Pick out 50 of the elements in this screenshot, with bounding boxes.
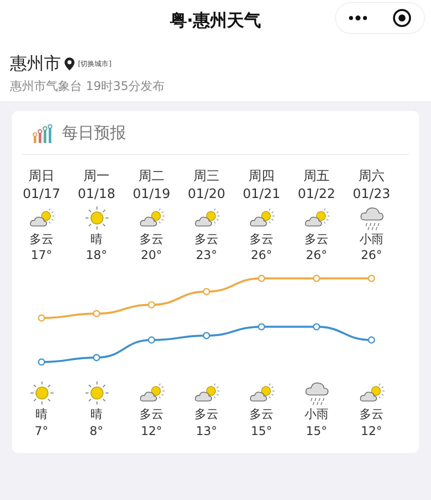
high-temperature: 26° — [360, 248, 382, 264]
high-temperature: 20° — [140, 248, 162, 264]
low-temperature: 15° — [306, 424, 328, 440]
weather-label: 多云 — [194, 232, 218, 248]
location-pin-icon — [64, 56, 75, 70]
weather-label: 多云 — [304, 232, 328, 248]
weather-label: 小雨 — [304, 406, 328, 423]
weather-label: 多云 — [360, 406, 384, 423]
weekday-label: 周三 — [194, 169, 220, 186]
low-temperature: 8° — [90, 424, 104, 440]
low-temperature: 13° — [196, 424, 218, 440]
high-temperature: 26° — [250, 248, 272, 264]
weekday-label: 周五 — [304, 169, 330, 186]
page-title: 粤·惠州天气 — [170, 10, 262, 32]
date-label: 01/22 — [298, 186, 336, 204]
weather-label: 小雨 — [360, 232, 384, 248]
more-icon[interactable] — [348, 15, 368, 21]
weekday-label: 周日 — [28, 169, 54, 186]
high-temperature: 18° — [86, 248, 108, 264]
low-temperature: 15° — [250, 424, 272, 440]
date-label: 01/17 — [22, 186, 60, 204]
low-temperature: 12° — [140, 424, 162, 440]
weather-label: 晴 — [90, 406, 102, 423]
weather-label: 晴 — [90, 232, 102, 248]
low-temperature: 12° — [360, 424, 382, 440]
weather-label: 多云 — [194, 406, 218, 423]
weather-label: 多云 — [140, 406, 164, 423]
weekday-label: 周一 — [84, 169, 110, 186]
weather-label: 多云 — [140, 232, 164, 248]
weather-label: 多云 — [250, 406, 274, 423]
weather-label: 多云 — [30, 232, 54, 248]
card-heading: 每日预报 — [62, 123, 126, 144]
date-label: 01/18 — [78, 186, 116, 204]
high-temperature: 17° — [30, 248, 52, 264]
high-temperature: 23° — [196, 248, 218, 264]
bar-chart-icon — [32, 124, 54, 144]
weekday-label: 周四 — [248, 169, 274, 186]
date-label: 01/19 — [132, 186, 170, 204]
weather-label: 多云 — [250, 232, 274, 248]
issue-info: 惠州市气象台 19时35分发布 — [10, 78, 166, 95]
high-temperature: 26° — [306, 248, 328, 264]
city-name: 惠州市 — [10, 53, 61, 75]
close-icon[interactable] — [392, 8, 412, 28]
low-temperature: 7° — [34, 424, 48, 440]
date-label: 01/20 — [188, 186, 226, 204]
weather-label: 晴 — [36, 406, 48, 423]
weekday-label: 周二 — [138, 169, 164, 186]
weekday-label: 周六 — [358, 169, 384, 186]
date-label: 01/23 — [352, 186, 390, 204]
date-label: 01/21 — [242, 186, 280, 204]
